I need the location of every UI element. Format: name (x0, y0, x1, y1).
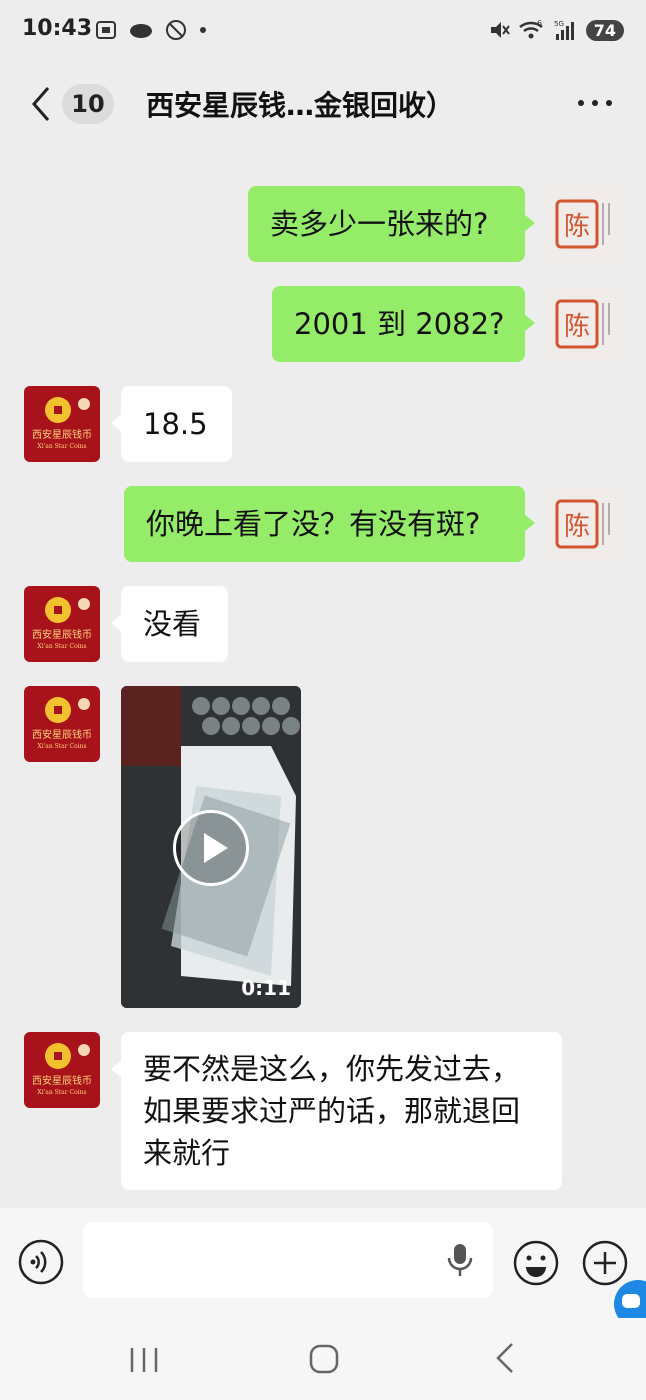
seal-text: 陈 (564, 212, 590, 242)
my-avatar[interactable]: 陈 (546, 486, 622, 562)
chat-header: 10 西安星辰钱…金银回收） (0, 62, 646, 150)
shop-caption: 西安星辰钱币 (32, 428, 92, 441)
home-icon[interactable] (308, 1341, 340, 1377)
contact-avatar[interactable]: 西安星辰钱币 Xi'an Star Coins (24, 586, 100, 662)
seal-icon: 陈 (555, 499, 610, 549)
seal-text: 陈 (564, 512, 590, 542)
message-text: 没看 (143, 607, 202, 641)
microphone-icon[interactable] (444, 1240, 476, 1280)
seal-icon: 陈 (555, 199, 610, 249)
network-label: 5G (554, 20, 564, 28)
message-bubble[interactable]: 要不然是这么，你先发过去，如果要求过严的话，那就退回来就行 (111, 1032, 562, 1190)
cellular-signal-icon: 5G (554, 20, 574, 40)
dot-icon (200, 27, 206, 33)
chat-input-bar (0, 1208, 646, 1318)
wifi-icon: 6 (518, 19, 543, 39)
chat-title: 西安星辰钱…金银回收） (146, 89, 455, 122)
shop-caption: 西安星辰钱币 (32, 628, 92, 641)
shop-caption-en: Xi'an Star Coins (37, 1089, 86, 1096)
message-text: 要不然是这么，你先发过去，如果要求过严的话，那就退回来就行 (143, 1052, 521, 1170)
status-icons-right: 6 5G 74 (488, 18, 624, 42)
chat-bubble-icon (622, 1294, 640, 1308)
message-bubble[interactable]: 你晚上看了没？有没有斑? (124, 486, 535, 562)
nav-back-icon[interactable] (494, 1340, 516, 1376)
shop-caption: 西安星辰钱币 (32, 1074, 92, 1087)
message-text: 你晚上看了没？有没有斑? (146, 507, 481, 541)
seal-text: 陈 (564, 312, 590, 342)
unread-count-badge[interactable]: 10 (62, 84, 114, 124)
my-avatar[interactable]: 陈 (546, 186, 622, 262)
contact-avatar[interactable]: 西安星辰钱币 Xi'an Star Coins (24, 1032, 100, 1108)
signal-badge: 6 (537, 19, 542, 28)
blocked-icon (166, 20, 186, 40)
message-text: 18.5 (143, 407, 208, 441)
status-time: 10:43 (22, 16, 93, 41)
contact-avatar[interactable]: 西安星辰钱币 Xi'an Star Coins (24, 686, 100, 762)
status-icons-left (94, 18, 208, 42)
message-bubble[interactable]: 没看 (111, 586, 228, 662)
shop-caption: 西安星辰钱币 (32, 728, 92, 741)
message-input[interactable] (83, 1222, 493, 1298)
message-text: 卖多少一张来的? (270, 207, 489, 241)
screenshot-icon (96, 21, 116, 39)
status-bar: 10:43 6 5G 74 (0, 0, 646, 62)
more-icon[interactable] (578, 100, 612, 106)
message-bubble[interactable]: 卖多少一张来的? (248, 186, 535, 262)
video-duration: 0:11 (241, 976, 291, 1000)
my-avatar[interactable]: 陈 (546, 286, 622, 362)
shop-caption-en: Xi'an Star Coins (37, 443, 86, 450)
shop-caption-en: Xi'an Star Coins (37, 643, 86, 650)
battery-indicator: 74 (585, 19, 624, 41)
cloud-icon (130, 24, 152, 38)
play-icon[interactable] (173, 810, 249, 886)
back-icon[interactable] (26, 82, 56, 126)
emoji-icon[interactable] (512, 1239, 560, 1287)
system-nav-bar (0, 1318, 646, 1400)
video-message[interactable]: 0:11 (121, 686, 301, 1008)
coin-logo-icon: 西安星辰钱币 Xi'an Star Coins (32, 1043, 92, 1096)
coin-logo-icon: 西安星辰钱币 Xi'an Star Coins (32, 597, 92, 650)
message-bubble[interactable]: 2001 到 2082? (272, 286, 535, 362)
contact-avatar[interactable]: 西安星辰钱币 Xi'an Star Coins (24, 386, 100, 462)
mute-icon (490, 22, 510, 38)
coin-logo-icon: 西安星辰钱币 Xi'an Star Coins (32, 697, 92, 750)
voice-icon[interactable] (18, 1239, 64, 1285)
message-text: 2001 到 2082? (294, 307, 505, 341)
recents-icon[interactable] (128, 1342, 160, 1378)
message-bubble[interactable]: 18.5 (111, 386, 232, 462)
shop-caption-en: Xi'an Star Coins (37, 743, 86, 750)
coin-logo-icon: 西安星辰钱币 Xi'an Star Coins (32, 397, 92, 450)
seal-icon: 陈 (555, 299, 610, 349)
